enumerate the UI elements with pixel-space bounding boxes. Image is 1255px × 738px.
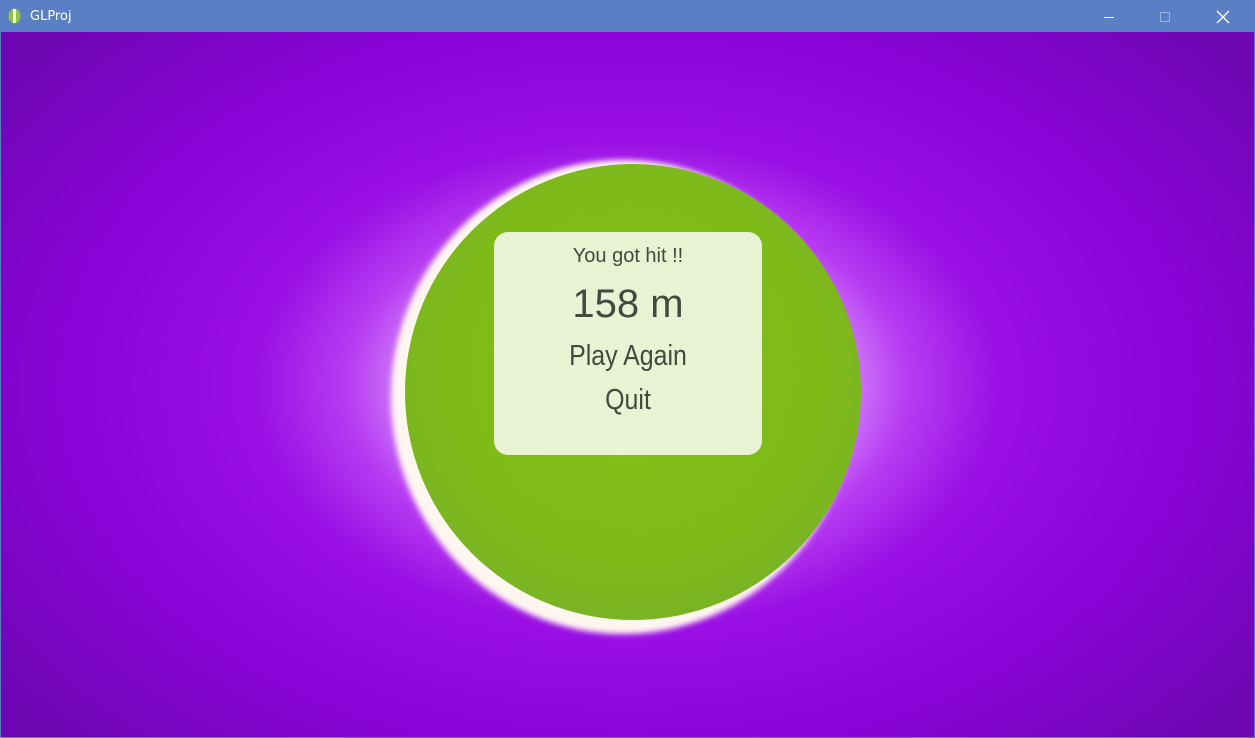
play-again-button[interactable]: Play Again (542, 338, 714, 374)
maximize-icon (1160, 11, 1170, 22)
game-viewport[interactable]: You got hit !! 158 m Play Again Quit (1, 32, 1254, 737)
close-button[interactable] (1195, 1, 1251, 32)
quit-button[interactable]: Quit (542, 382, 714, 418)
hit-message: You got hit !! (572, 245, 684, 267)
maximize-button[interactable] (1137, 1, 1193, 32)
app-window: GLProj You got hit !! 158 m Play Again Q… (0, 0, 1255, 738)
minimize-button[interactable] (1081, 1, 1137, 32)
close-icon (1216, 10, 1230, 23)
minimize-icon (1104, 16, 1114, 18)
distance-score: 158 m (572, 282, 684, 326)
app-icon (8, 8, 21, 24)
title-bar[interactable]: GLProj (1, 1, 1254, 32)
window-title: GLProj (30, 9, 72, 24)
game-over-panel: You got hit !! 158 m Play Again Quit (494, 232, 762, 455)
